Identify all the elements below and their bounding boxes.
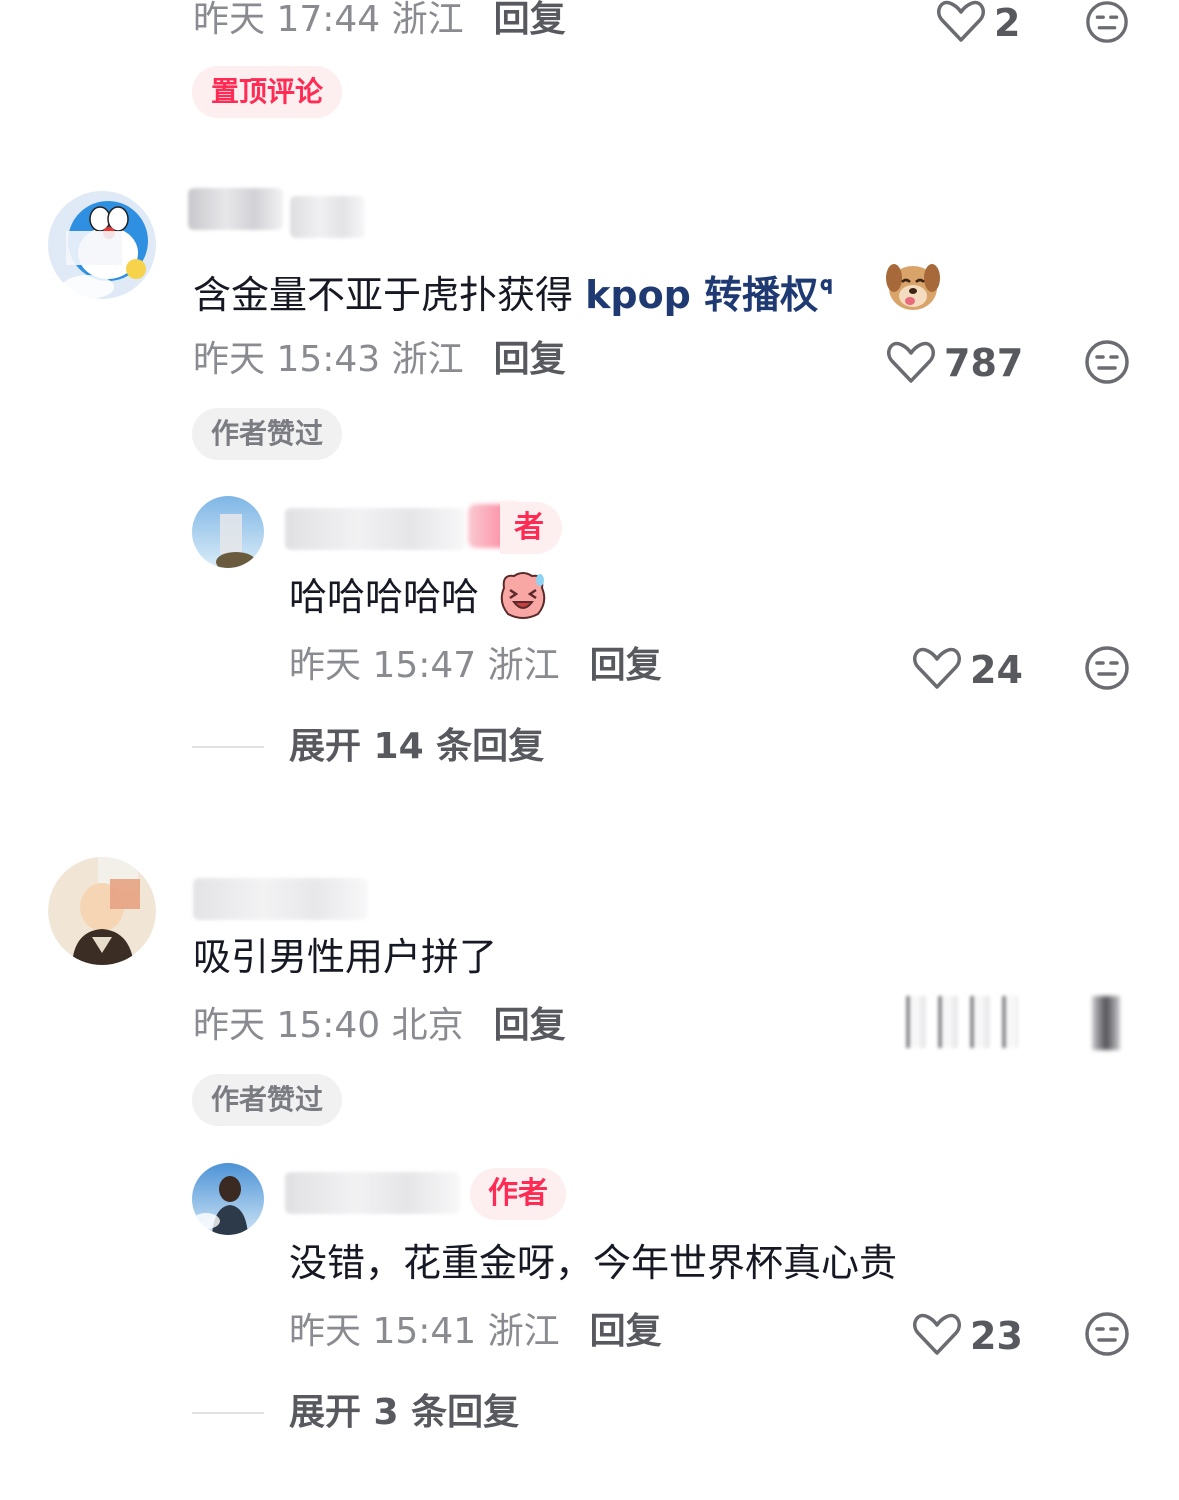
reply-button[interactable]: 回复 (494, 0, 566, 40)
heart-icon (913, 1313, 961, 1355)
avatar[interactable] (192, 496, 264, 568)
reply-time-location: 昨天 15:41 浙江 (289, 1311, 560, 1352)
reply-text: 哈哈哈哈哈 (289, 575, 480, 619)
like-button-redacted[interactable] (906, 996, 1018, 1048)
dislike-button[interactable] (1084, 1311, 1130, 1361)
laughing-sticker-icon (496, 568, 550, 626)
reply-meta-row: 昨天 15:47 浙江 回复 (289, 648, 662, 684)
reply-time-location: 昨天 15:47 浙江 (289, 645, 560, 686)
dislike-button[interactable] (1084, 0, 1130, 48)
like-button[interactable] (912, 646, 962, 694)
dislike-button[interactable] (1084, 339, 1130, 389)
username-redacted[interactable] (290, 196, 365, 238)
user-avatar-icon (192, 496, 264, 568)
avatar[interactable] (48, 857, 156, 965)
avatar[interactable] (192, 1163, 264, 1235)
author-badge: 者 (500, 502, 562, 554)
reply-text: 没错，花重金呀，今年世界杯真心贵 (289, 1241, 898, 1285)
meh-face-icon (1086, 1, 1128, 43)
comment-text-body: 含金量不亚于虎扑获得 (193, 273, 586, 317)
author-badge: 作者 (470, 1168, 566, 1220)
reply-button[interactable]: 回复 (494, 339, 566, 380)
comment-meta-row: 昨天 15:40 北京 回复 (193, 1008, 566, 1044)
comment-meta-row: 昨天 17:44 浙江 回复 (193, 2, 566, 38)
search-superscript-icon: 𝐪 (820, 271, 833, 295)
like-count: 787 (944, 341, 1024, 385)
username-redacted[interactable] (193, 878, 368, 920)
meh-face-icon (1085, 340, 1129, 384)
comment-text: 吸引男性用户拼了 (193, 935, 498, 979)
author-liked-badge: 作者赞过 (192, 1074, 343, 1126)
meh-face-icon (1085, 646, 1129, 690)
expand-replies-button[interactable]: 展开 3 条回复 (289, 1395, 519, 1431)
pinned-comment-badge: 置顶评论 (192, 66, 343, 118)
comment-time-location: 昨天 17:44 浙江 (193, 0, 464, 40)
doraemon-avatar-icon (48, 191, 156, 299)
search-keyword-label: kpop 转播权 (585, 273, 819, 317)
username-redacted[interactable] (285, 1172, 460, 1214)
like-button[interactable] (886, 340, 936, 388)
user-avatar-icon (192, 1163, 264, 1235)
expand-divider (192, 746, 264, 748)
like-button[interactable] (912, 1312, 962, 1360)
expand-divider (192, 1412, 264, 1414)
like-count: 23 (970, 1314, 1023, 1358)
comment-meta-row: 昨天 15:43 浙江 回复 (193, 342, 566, 378)
username-redacted[interactable] (285, 508, 465, 550)
heart-icon (913, 647, 961, 689)
user-avatar-icon (48, 857, 156, 965)
like-button[interactable] (936, 0, 986, 42)
like-count: 24 (970, 648, 1023, 692)
comment-time-location: 昨天 15:40 北京 (193, 1005, 464, 1046)
reply-button[interactable]: 回复 (590, 645, 662, 686)
username-redacted[interactable] (188, 188, 283, 230)
author-liked-badge: 作者赞过 (192, 408, 343, 460)
reply-button[interactable]: 回复 (590, 1311, 662, 1352)
heart-icon (887, 341, 935, 383)
dislike-button-redacted[interactable] (1092, 996, 1120, 1050)
reply-meta-row: 昨天 15:41 浙江 回复 (289, 1314, 662, 1350)
meh-face-icon (1085, 1312, 1129, 1356)
reply-button[interactable]: 回复 (494, 1005, 566, 1046)
heart-icon (937, 0, 985, 42)
expand-replies-button[interactable]: 展开 14 条回复 (289, 729, 544, 765)
avatar[interactable] (48, 191, 156, 299)
dog-sticker-icon (884, 260, 942, 318)
like-count: 2 (994, 1, 1021, 45)
comment-text: 含金量不亚于虎扑获得 kpop 转播权 𝐪 (193, 273, 833, 314)
dislike-button[interactable] (1084, 645, 1130, 695)
comment-time-location: 昨天 15:43 浙江 (193, 339, 464, 380)
search-keyword-link[interactable]: kpop 转播权 𝐪 (585, 273, 832, 317)
